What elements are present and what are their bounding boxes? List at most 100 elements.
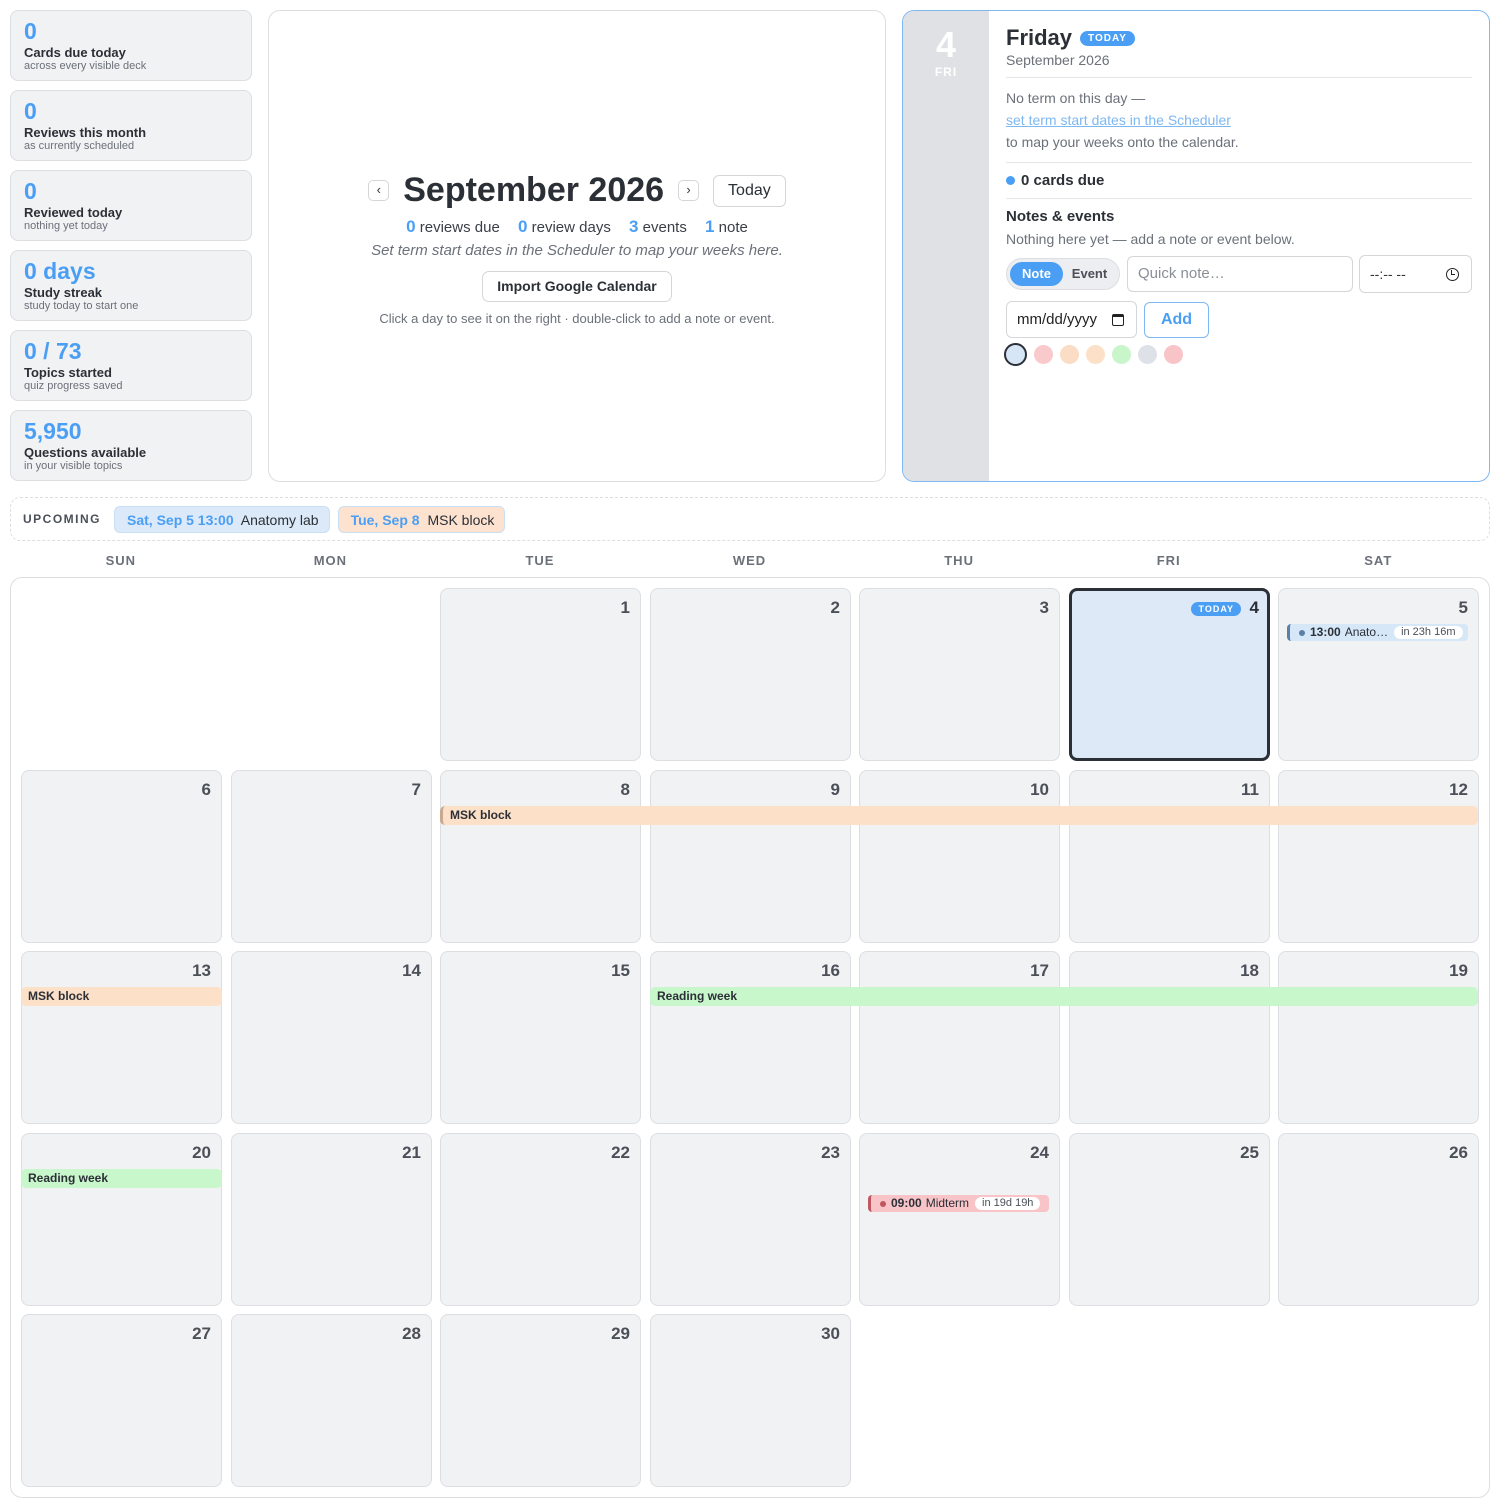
clock-icon bbox=[1446, 268, 1459, 281]
color-swatch[interactable] bbox=[1164, 345, 1183, 364]
day-cell-21[interactable]: 21 bbox=[231, 1133, 432, 1306]
day-cell-10[interactable]: 10 bbox=[859, 770, 1060, 943]
event-time: 09:00 bbox=[891, 1196, 922, 1210]
day-cell-18[interactable]: 18 bbox=[1069, 951, 1270, 1124]
day-cell-15[interactable]: 15 bbox=[440, 951, 641, 1124]
event-dot-icon bbox=[1299, 629, 1305, 636]
day-cell-22[interactable]: 22 bbox=[440, 1133, 641, 1306]
weekday-sun: SUN bbox=[105, 553, 137, 568]
stat-label: Topics started bbox=[24, 365, 112, 380]
scheduler-link[interactable]: set term start dates in the Scheduler bbox=[1006, 109, 1472, 131]
day-number: 5 bbox=[1458, 598, 1468, 617]
quick-note-input[interactable]: Quick note… bbox=[1127, 256, 1353, 292]
stat-sub: quiz progress saved bbox=[24, 380, 123, 392]
multi-day-bar[interactable]: Reading week bbox=[21, 1169, 222, 1188]
upcoming-chip[interactable]: Sat, Sep 5 13:00 Anatomy lab bbox=[114, 505, 330, 533]
day-number: 28 bbox=[402, 1324, 421, 1343]
day-cell-19[interactable]: 19 bbox=[1278, 951, 1479, 1124]
day-cell-1[interactable]: 1 bbox=[440, 588, 641, 761]
upcoming-label: UPCOMING bbox=[23, 512, 101, 526]
upcoming-chip[interactable]: Tue, Sep 8 MSK block bbox=[337, 505, 506, 533]
day-cell-2[interactable]: 2 bbox=[650, 588, 851, 761]
add-entry-row: Note Event Quick note… --:-- -- bbox=[1006, 255, 1472, 293]
date-value: mm/dd/yyyy bbox=[1017, 311, 1098, 328]
day-cell-8[interactable]: 8 bbox=[440, 770, 641, 943]
month-title: September 2026 bbox=[403, 171, 665, 209]
day-number: 4 bbox=[1249, 598, 1259, 617]
weekday-name: Friday bbox=[1006, 25, 1073, 50]
toggle-event[interactable]: Event bbox=[1063, 262, 1116, 286]
day-cell-29[interactable]: 29 bbox=[440, 1314, 641, 1487]
events-label: events bbox=[642, 219, 687, 236]
day-cell-16[interactable]: 16 bbox=[650, 951, 851, 1124]
stat-reviewed-today: 0 Reviewed today nothing yet today bbox=[10, 170, 252, 241]
weekday-header: SUN MON TUE WED THU FRI SAT bbox=[16, 553, 1483, 568]
stat-label: Questions available bbox=[24, 445, 147, 460]
multi-day-bar[interactable]: MSK block bbox=[21, 987, 222, 1006]
calendar-event[interactable]: 09:00 Midterm in 19d 19h bbox=[868, 1195, 1049, 1212]
day-cell-26[interactable]: 26 bbox=[1278, 1133, 1479, 1306]
stat-label: Study streak bbox=[24, 285, 103, 300]
stat-value: 0 bbox=[24, 98, 37, 124]
color-swatch[interactable] bbox=[1060, 345, 1079, 364]
color-swatch[interactable] bbox=[1086, 345, 1105, 364]
day-cell-24[interactable]: 24 bbox=[859, 1133, 1060, 1306]
day-cell-11[interactable]: 11 bbox=[1069, 770, 1270, 943]
events-count: 3 bbox=[629, 217, 639, 236]
day-cell-17[interactable]: 17 bbox=[859, 951, 1060, 1124]
event-name: Midterm bbox=[925, 1196, 970, 1210]
day-number: 4 bbox=[935, 24, 957, 65]
day-cell-12[interactable]: 12 bbox=[1278, 770, 1479, 943]
day-cell-7[interactable]: 7 bbox=[231, 770, 432, 943]
prev-month-button[interactable]: ‹ bbox=[368, 180, 390, 201]
import-google-calendar-button[interactable]: Import Google Calendar bbox=[482, 271, 672, 302]
add-button[interactable]: Add bbox=[1144, 301, 1209, 338]
date-input[interactable]: mm/dd/yyyy bbox=[1006, 301, 1137, 338]
stat-label: Reviewed today bbox=[24, 205, 123, 220]
add-entry-row-2: mm/dd/yyyy Add bbox=[1006, 301, 1472, 338]
stat-reviews-month: 0 Reviews this month as currently schedu… bbox=[10, 90, 252, 161]
day-number: 7 bbox=[411, 780, 421, 799]
day-number: 25 bbox=[1240, 1143, 1259, 1162]
day-number: 29 bbox=[611, 1324, 630, 1343]
day-cell-13[interactable]: 13 bbox=[21, 951, 222, 1124]
today-button[interactable]: Today bbox=[713, 174, 786, 207]
review-days-label: review days bbox=[531, 219, 611, 236]
time-value: --:-- -- bbox=[1370, 266, 1406, 282]
upcoming-what: Anatomy lab bbox=[240, 511, 319, 528]
day-cell-27[interactable]: 27 bbox=[21, 1314, 222, 1487]
note-event-toggle: Note Event bbox=[1006, 258, 1120, 290]
term-after-text: to map your weeks onto the calendar. bbox=[1006, 134, 1239, 150]
day-cell-3[interactable]: 3 bbox=[859, 588, 1060, 761]
color-swatch[interactable] bbox=[1004, 343, 1027, 366]
multi-day-bar[interactable]: MSK block bbox=[440, 806, 1478, 825]
weekday-fri: FRI bbox=[1156, 553, 1181, 568]
day-cell-14[interactable]: 14 bbox=[231, 951, 432, 1124]
next-month-button[interactable]: › bbox=[678, 180, 700, 201]
term-hint: Set term start dates in the Scheduler to… bbox=[371, 242, 783, 259]
color-swatch[interactable] bbox=[1112, 345, 1131, 364]
toggle-note[interactable]: Note bbox=[1010, 262, 1063, 286]
day-cell-5[interactable]: 5 bbox=[1278, 588, 1479, 761]
calendar-event[interactable]: 13:00 Anato… in 23h 16m bbox=[1287, 624, 1468, 641]
color-swatch[interactable] bbox=[1034, 345, 1053, 364]
day-cell-4[interactable]: 4 TODAY bbox=[1069, 588, 1270, 761]
day-cell-6[interactable]: 6 bbox=[21, 770, 222, 943]
day-cell-30[interactable]: 30 bbox=[650, 1314, 851, 1487]
multi-day-bar[interactable]: Reading week bbox=[650, 987, 1478, 1006]
time-input[interactable]: --:-- -- bbox=[1359, 255, 1472, 293]
event-dot-icon bbox=[880, 1200, 886, 1207]
notes-count: 1 bbox=[705, 217, 715, 236]
day-cell-9[interactable]: 9 bbox=[650, 770, 851, 943]
day-cell-20[interactable]: 20 bbox=[21, 1133, 222, 1306]
stat-sub: in your visible topics bbox=[24, 460, 123, 472]
day-cell-23[interactable]: 23 bbox=[650, 1133, 851, 1306]
upcoming-when: Sat, Sep 5 13:00 bbox=[127, 511, 234, 528]
upcoming-when: Tue, Sep 8 bbox=[350, 511, 420, 528]
color-swatch[interactable] bbox=[1138, 345, 1157, 364]
day-detail-panel: 4 FRI Friday TODAY September 2026 No ter… bbox=[902, 10, 1490, 482]
day-cell-28[interactable]: 28 bbox=[231, 1314, 432, 1487]
day-title: Friday TODAY bbox=[1006, 25, 1472, 51]
day-cell-25[interactable]: 25 bbox=[1069, 1133, 1270, 1306]
day-number: 22 bbox=[611, 1143, 630, 1162]
